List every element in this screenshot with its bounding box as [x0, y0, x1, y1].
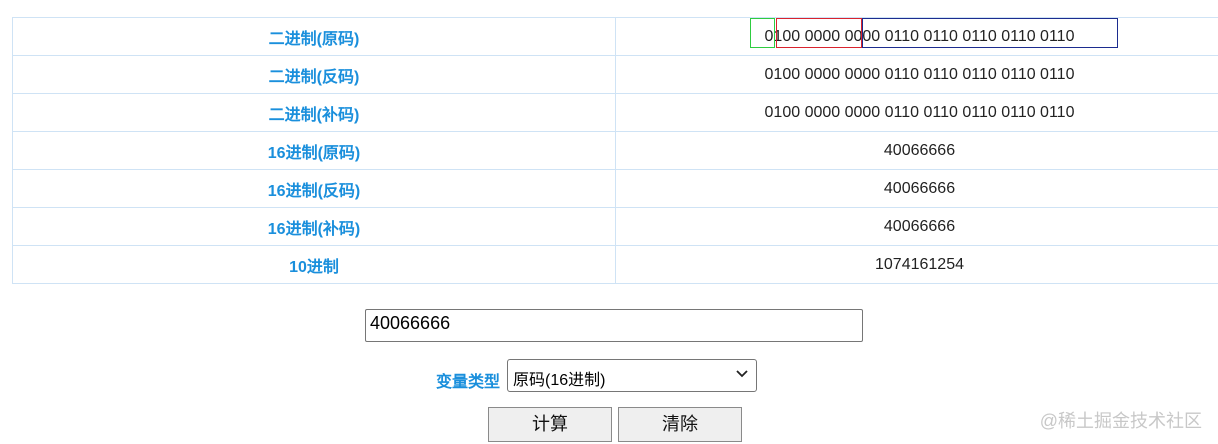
table-row: 16进制(原码) 40066666	[12, 131, 1218, 170]
row-value: 40066666	[615, 131, 1218, 170]
row-label: 16进制(反码)	[12, 169, 616, 208]
table-row: 二进制(反码) 0100 0000 0000 0110 0110 0110 01…	[12, 55, 1218, 94]
variable-type-select[interactable]: 原码(16进制)	[507, 359, 757, 392]
row-value: 0100 0000 0000 0110 0110 0110 0110 0110	[615, 17, 1218, 56]
row-value: 0100 0000 0000 0110 0110 0110 0110 0110	[615, 93, 1218, 132]
row-label: 二进制(补码)	[12, 93, 616, 132]
sign-bit-highlight	[749, 17, 775, 48]
row-label: 二进制(反码)	[12, 55, 616, 94]
converter-page: 二进制(原码) 0100 0000 0000 0110 0110 0110 01…	[0, 0, 1218, 444]
variable-type-selected: 原码(16进制)	[513, 372, 606, 389]
exponent-highlight	[775, 17, 862, 48]
row-label: 10进制	[12, 245, 616, 284]
chevron-down-icon	[736, 366, 748, 382]
row-label: 16进制(原码)	[12, 131, 616, 170]
clear-button[interactable]: 清除	[618, 407, 742, 442]
row-value: 0100 0000 0000 0110 0110 0110 0110 0110	[615, 55, 1218, 94]
row-value: 40066666	[615, 207, 1218, 246]
row-label: 二进制(原码)	[12, 17, 616, 56]
table-row: 16进制(补码) 40066666	[12, 207, 1218, 246]
variable-type-label: 变量类型	[436, 374, 501, 391]
watermark: @稀土掘金技术社区	[1039, 411, 1202, 431]
hex-input[interactable]: 40066666	[365, 309, 863, 342]
mantissa-highlight	[861, 17, 1118, 48]
calculate-button[interactable]: 计算	[488, 407, 612, 442]
table-row: 16进制(反码) 40066666	[12, 169, 1218, 208]
row-label: 16进制(补码)	[12, 207, 616, 246]
results-table: 二进制(原码) 0100 0000 0000 0110 0110 0110 01…	[12, 17, 1218, 284]
row-value: 40066666	[615, 169, 1218, 208]
table-row: 二进制(原码) 0100 0000 0000 0110 0110 0110 01…	[12, 17, 1218, 56]
table-row: 二进制(补码) 0100 0000 0000 0110 0110 0110 01…	[12, 93, 1218, 132]
binary-value-highlighted: 0100 0000 0000 0110 0110 0110 0110 0110	[749, 17, 1118, 48]
table-row: 10进制 1074161254	[12, 245, 1218, 284]
row-value: 1074161254	[615, 245, 1218, 284]
